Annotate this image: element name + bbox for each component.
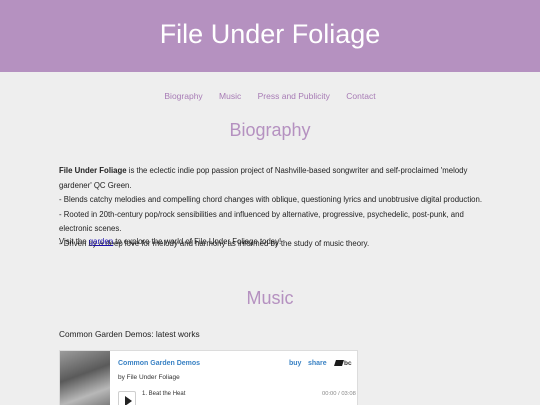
player-buy-link[interactable]: buy xyxy=(289,360,301,367)
garden-link[interactable]: garden xyxy=(89,237,113,246)
nav-link-contact[interactable]: Contact xyxy=(346,91,375,101)
player-album-title[interactable]: Common Garden Demos xyxy=(118,360,200,367)
site-header: File Under Foliage xyxy=(0,0,540,72)
nav-link-press[interactable]: Press and Publicity xyxy=(258,91,330,101)
bio-bullet: - Blends catchy melodies and compelling … xyxy=(59,195,483,205)
visit-line: Visit the garden to explore the world of… xyxy=(59,237,281,246)
player-share-link[interactable]: share xyxy=(308,360,327,367)
music-subtitle: Common Garden Demos: latest works xyxy=(59,329,200,339)
player-track-title[interactable]: 1. Beat the Heat xyxy=(142,391,185,397)
player-artist[interactable]: by File Under Foliage xyxy=(118,374,180,381)
album-cover-image[interactable] xyxy=(60,351,110,405)
nav-link-biography[interactable]: Biography xyxy=(164,91,202,101)
bio-bullet: - Rooted in 20th-century pop/rock sensib… xyxy=(59,209,464,234)
visit-text-before: Visit the xyxy=(59,237,89,246)
bio-intro-band-name: File Under Foliage xyxy=(59,166,127,175)
nav-link-music[interactable]: Music xyxy=(219,91,241,101)
main-nav: Biography Music Press and Publicity Cont… xyxy=(0,91,540,101)
music-heading: Music xyxy=(246,288,294,308)
biography-heading: Biography xyxy=(229,120,311,140)
bandcamp-logo[interactable]: bc xyxy=(334,360,352,367)
bio-intro: File Under Foliage is the eclectic indie… xyxy=(59,164,499,193)
visit-text-after: to explore the world of File Under Folia… xyxy=(113,237,282,246)
site-title: File Under Foliage xyxy=(159,19,381,49)
bandcamp-player: Common Garden Demos by File Under Foliag… xyxy=(59,350,358,405)
bandcamp-logo-text: bc xyxy=(344,360,352,367)
bandcamp-logo-icon xyxy=(334,360,344,366)
player-time: 00:00 / 03:08 xyxy=(322,391,356,397)
play-icon[interactable] xyxy=(118,391,136,405)
